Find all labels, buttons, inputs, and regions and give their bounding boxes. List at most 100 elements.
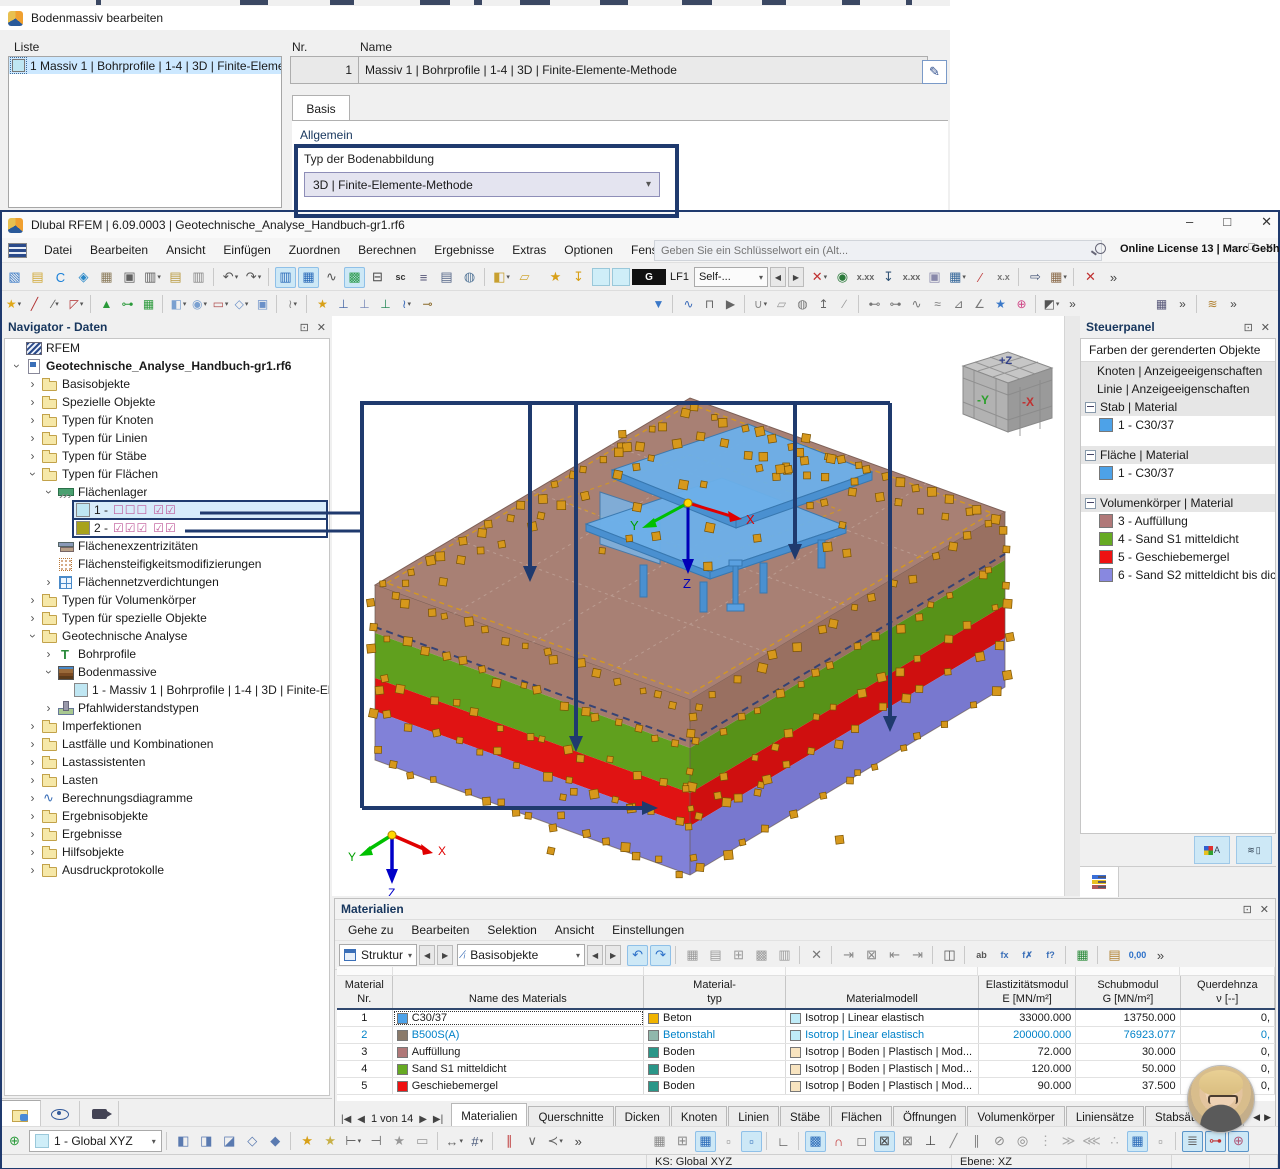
line-v[interactable]: ∨ (522, 1131, 543, 1152)
decimals[interactable]: 0,00 (1127, 945, 1148, 966)
grid-values[interactable]: ▦ ▾ (947, 267, 968, 288)
expand-icon[interactable]: › (25, 375, 40, 393)
grid-points[interactable]: ▦ (1127, 1130, 1148, 1152)
row-grid[interactable]: ▥ (774, 945, 795, 966)
open-model[interactable]: ▤ (27, 267, 48, 288)
menu-bearbeiten[interactable]: Bearbeiten (402, 923, 478, 937)
line-angle[interactable]: ≺ ▾ (545, 1131, 566, 1152)
bodenabbildung-dropdown[interactable]: 3D | Finite-Elemente-Methode ▾ (304, 172, 660, 197)
online-help-globe[interactable]: ◍ (459, 267, 480, 288)
tab-basis[interactable]: Basis (292, 95, 350, 121)
hinge-new[interactable]: ⊸ (418, 295, 437, 314)
render-block[interactable]: ▣ (924, 267, 945, 288)
line-parallel[interactable]: ∥ (499, 1131, 520, 1152)
bim-cloud[interactable]: C (50, 267, 71, 288)
new-model[interactable]: ▧ (4, 267, 25, 288)
block-new[interactable]: ▣ (253, 295, 272, 314)
tree-item[interactable]: 1 - ☐☐☐ ☑☑ (5, 500, 329, 520)
diagram-phi[interactable]: ∠ (970, 295, 989, 314)
collapse-box-icon[interactable] (1085, 449, 1096, 461)
load-to-structure[interactable]: ↧ (568, 267, 589, 288)
fx-delete[interactable]: f✗ (1017, 945, 1038, 966)
undo-cell[interactable]: ↶ (627, 944, 649, 966)
menu-gehezu[interactable]: Gehe zu (339, 923, 402, 937)
collapse-icon[interactable]: › (41, 663, 56, 681)
layers[interactable]: ≡ (413, 267, 434, 288)
tree-item[interactable]: › Typen für Flächen (5, 465, 329, 483)
transfer-tool[interactable]: ⇨ (1025, 267, 1046, 288)
expand-icon[interactable]: › (25, 753, 40, 771)
render-colors-combo[interactable]: Farben der gerenderten Objekte (1081, 339, 1275, 362)
support-node[interactable]: ★ (313, 295, 332, 314)
solid-new[interactable]: ◉ ▾ (190, 295, 209, 314)
printout-report[interactable]: ▤ (165, 267, 186, 288)
values-xxx[interactable]: x.xx (855, 267, 876, 288)
tree-item[interactable]: Flächenexzentrizitäten (5, 537, 329, 555)
window-split[interactable]: ◫ (939, 945, 960, 966)
tab-color-legend[interactable] (1080, 867, 1119, 897)
layer-stack[interactable]: ≋ (1203, 295, 1222, 314)
diagram-toggle[interactable]: ∿ (321, 267, 342, 288)
navigation-cube[interactable]: -Y -X +Z (961, 351, 1054, 436)
tab-visibility-navigator[interactable] (80, 1101, 119, 1127)
next-page-button[interactable]: ▶ (419, 1114, 427, 1125)
result-diagram[interactable]: ∿ (679, 295, 698, 314)
legend-row[interactable]: 1 - C30/37 (1081, 416, 1275, 434)
maximize-button[interactable]: □ (1223, 214, 1231, 230)
print-table[interactable]: ▤ (1104, 945, 1125, 966)
viewport-splitter[interactable] (1064, 316, 1081, 896)
expand-icon[interactable]: › (25, 843, 40, 861)
tree-item[interactable]: › Flächennetzverdichtungen (5, 573, 329, 591)
material-row[interactable]: 4 Sand S1 mitteldicht Boden Isotrop | Boden… (337, 1061, 1275, 1078)
fx-info[interactable]: f? (1040, 945, 1061, 966)
support-surface[interactable]: ⊥ (376, 295, 395, 314)
diagram-m[interactable]: ∿ (907, 295, 926, 314)
support-line[interactable]: ⊥ (334, 295, 353, 314)
table-view[interactable]: ▦ (682, 945, 703, 966)
tree-item[interactable]: › Lastassistenten (5, 753, 329, 771)
menu-selektion[interactable]: Selektion (478, 923, 545, 937)
material-row[interactable]: 5 Geschiebemergel Boden Isotrop | Boden | P… (337, 1078, 1275, 1095)
basisobjekte-combo[interactable]: ∕ᵢ Basisobjekte ▾ (457, 944, 586, 966)
legend-row[interactable]: 3 - Auffüllung (1081, 512, 1275, 530)
snap-parallel[interactable]: ∥ (966, 1131, 987, 1152)
collapse-icon[interactable]: › (25, 627, 40, 645)
diagram-tau[interactable]: ≈ (928, 295, 947, 314)
grid-snap[interactable]: ▦ (695, 1130, 716, 1152)
model-viewport[interactable]: X Y Z X Y Z -Y -X +Z (332, 316, 1064, 900)
tabs-scroll-left[interactable]: ◀ (1253, 1112, 1260, 1123)
pin-tool[interactable]: ⊕ (1228, 1130, 1249, 1152)
collapse-box-icon[interactable] (1085, 497, 1096, 509)
materials-table[interactable]: Material Nr. Name des Materials Material-ty… (337, 967, 1275, 1101)
last-page-button[interactable]: ▶| (433, 1114, 443, 1125)
tree-item[interactable]: Flächensteifigkeitsmodifizierungen (5, 555, 329, 573)
tabs-scroll-right[interactable]: ▶ (1264, 1112, 1271, 1123)
dim-x[interactable]: ⊢ ▾ (343, 1131, 364, 1152)
excel-export[interactable]: ▦ (1072, 945, 1093, 966)
filter-loads[interactable]: ✕ ▾ (809, 267, 830, 288)
new-loadcase[interactable]: ★ (545, 267, 566, 288)
panel-toggle[interactable]: ▩ (344, 266, 365, 288)
snap-tangent[interactable]: ⊘ (989, 1131, 1010, 1152)
member-mesh[interactable]: ▦ (139, 295, 158, 314)
cs-origin[interactable]: ⊕ (4, 1131, 25, 1152)
more-mat[interactable]: » (1150, 945, 1171, 966)
legend-row[interactable]: Fläche | Material (1081, 446, 1275, 464)
plane-rotate[interactable]: ◇ (242, 1131, 263, 1152)
tree-item[interactable]: › Typen für Stäbe (5, 447, 329, 465)
dim-xx[interactable]: ⊣ (366, 1131, 387, 1152)
menu-ergebnisse[interactable]: Ergebnisse (425, 243, 503, 257)
search-icon[interactable] (1095, 243, 1106, 254)
surface-edit[interactable]: ◧ ▾ (491, 267, 512, 288)
guide-new[interactable]: ▫ (718, 1131, 739, 1152)
child-close-button[interactable]: ✕ (1265, 241, 1274, 254)
legend-row[interactable]: 6 - Sand S2 mitteldicht bis dich (1081, 566, 1275, 584)
expand-icon[interactable]: › (25, 807, 40, 825)
surface-bend[interactable]: ◇ ▾ (232, 295, 251, 314)
guide-box[interactable]: ▭ (412, 1131, 433, 1152)
search-input[interactable] (654, 240, 1102, 261)
grid-window[interactable]: ⊞ (672, 1131, 693, 1152)
rfem-model-view[interactable]: ◈ (73, 267, 94, 288)
tree-item[interactable]: › Lastfälle und Kombinationen (5, 735, 329, 753)
guide-snap[interactable]: ▫ (741, 1130, 762, 1152)
